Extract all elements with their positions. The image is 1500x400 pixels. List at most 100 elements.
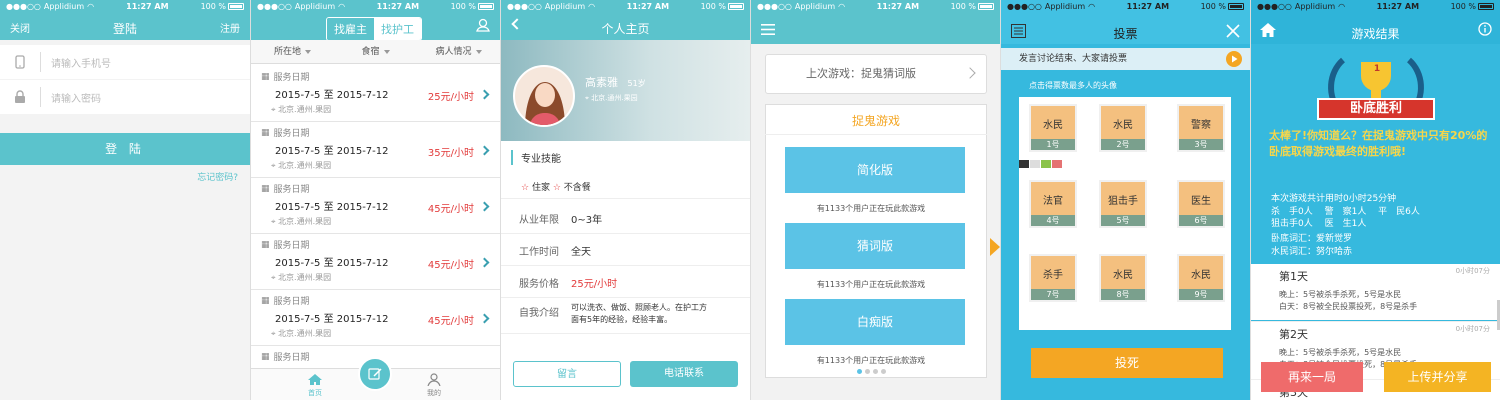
game-simple-button[interactable]: 简化版 (785, 147, 965, 193)
player-card[interactable]: 法官 4号 (1029, 180, 1077, 228)
login-button[interactable]: 登 陆 (0, 133, 250, 165)
last-game-card[interactable]: 上次游戏：捉鬼猜词版 (765, 54, 987, 94)
signal-icon: ●●●○○ (507, 1, 542, 11)
player-count: 有1133个用户正在玩此款游戏 (816, 356, 926, 365)
signal-icon: ●●●○○ (257, 1, 292, 11)
filter-patient[interactable]: 病人情况 (417, 40, 500, 63)
profile-screen: ●●●○○ Applidium ◠ 11:27 AM 100 % 个人主页 高素雅 … (500, 0, 750, 400)
avatar (513, 65, 575, 127)
status-time: 11:27 AM (876, 1, 920, 11)
player-card[interactable]: 狙击手 5号 (1099, 180, 1147, 228)
carrier-label: Applidium (794, 1, 836, 11)
status-bar: ●●●○○ Applidium ◠ 11:27 AM 100 % (0, 0, 250, 12)
wifi-icon: ◠ (87, 1, 95, 11)
chevron-down-icon (475, 49, 482, 54)
target-icon (1041, 160, 1051, 168)
date-label: 服务日期 (273, 129, 310, 139)
player-card[interactable]: 水民 8号 (1099, 254, 1147, 302)
victory-banner: 卧底胜利 (1317, 98, 1435, 120)
call-button[interactable]: 电话联系 (630, 361, 738, 387)
star-icon: ☆ (552, 183, 561, 193)
job-row[interactable]: ▦ 服务日期 2015-7-5 至 2015-7-12 ⌖ 北京.通州.果园 25… (251, 66, 500, 122)
close-icon[interactable] (1226, 24, 1240, 38)
player-card[interactable]: 警察 3号 (1177, 104, 1225, 152)
total-time: 本次游戏共计用时0小时25分钟 (1271, 194, 1397, 204)
date-label: 服务日期 (273, 185, 310, 195)
page-title: 投票 (1113, 27, 1138, 41)
tab-home[interactable]: 首页 (307, 373, 323, 398)
skill-tags: ☆ 住家 ☆ 不含餐 (521, 183, 591, 193)
battery-indicator: 100 % (1451, 2, 1494, 11)
game-header: ●●●○○ Applidium ◠ 11:27 AM 100 % (751, 0, 1000, 44)
filter-location[interactable]: 所在地 (251, 40, 334, 63)
battery-indicator: 100 % (701, 2, 744, 11)
signal-icon: ●●●○○ (757, 1, 792, 11)
calendar-icon: ▦ (261, 351, 270, 362)
home-icon (308, 374, 322, 385)
filter-lodging[interactable]: 食宿 (334, 40, 417, 63)
phone-field[interactable]: 请输入手机号 (0, 45, 250, 79)
result-headline: 太棒了!你知道么？在捉鬼游戏中只有20%的卧底取得游戏最终的胜利哦! (1269, 129, 1488, 158)
wifi-icon: ◠ (338, 1, 346, 11)
menu-icon[interactable] (761, 24, 775, 35)
calendar-icon: ▦ (261, 71, 270, 82)
battery-indicator: 100 % (951, 2, 994, 11)
chevron-right-icon (964, 67, 976, 79)
vote-header: ●●●○○ Applidium ◠ 11:27 AM 100 % 投票 (1001, 0, 1250, 44)
vote-hint: 点击得票数最多人的头像 (1029, 81, 1117, 90)
skills-header: 专业技能 (511, 150, 561, 165)
job-row[interactable]: ▦ 服务日期 2015-7-5 至 2015-7-12 ⌖ 北京.通州.果园 35… (251, 122, 500, 178)
status-icons (1019, 160, 1062, 168)
close-button[interactable]: 关闭 (10, 20, 30, 35)
page-title: 登陆 (112, 22, 137, 36)
page-indicator[interactable] (857, 369, 886, 374)
player-card[interactable]: 杀手 7号 (1029, 254, 1077, 302)
carrier-label: Applidium (544, 1, 586, 11)
password-field[interactable]: 请输入密码 (0, 80, 250, 114)
job-row[interactable]: ▦ 服务日期 2015-7-5 至 2015-7-12 ⌖ 北京.通州.果园 45… (251, 178, 500, 234)
filter-bar: 所在地 食宿 病人情况 (251, 40, 500, 64)
tab-employer[interactable]: 找雇主 (327, 18, 374, 40)
share-button[interactable]: 上传并分享 (1384, 362, 1491, 392)
player-card[interactable]: 水民 1号 (1029, 104, 1077, 152)
tab-mine[interactable]: 我的 (427, 373, 441, 398)
status-bar: ●●●○○ Applidium ◠ 11:27 AM 100 % (501, 0, 750, 12)
carrier-label: Applidium (294, 1, 336, 11)
vote-button[interactable]: 投死 (1031, 348, 1223, 378)
player-card[interactable]: 水民 2号 (1099, 104, 1147, 152)
player-card[interactable]: 水民 9号 (1177, 254, 1225, 302)
login-screen: ●●●○○ Applidium ◠ 11:27 AM 100 % 登陆 关闭 注册 … (0, 0, 250, 400)
status-time: 11:27 AM (626, 1, 670, 11)
date-label: 服务日期 (273, 297, 310, 307)
job-location: ⌖ 北京.通州.果园 (271, 105, 332, 114)
game-word-button[interactable]: 猜词版 (785, 223, 965, 269)
register-button[interactable]: 注册 (220, 20, 240, 35)
message-button[interactable]: 留言 (513, 361, 621, 387)
tab-mine-label: 我的 (427, 389, 441, 397)
player-card[interactable]: 医生 6号 (1177, 180, 1225, 228)
user-icon[interactable] (476, 18, 490, 32)
job-row[interactable]: ▦ 服务日期 2015-7-5 至 2015-7-12 ⌖ 北京.通州.果园 45… (251, 290, 500, 346)
play-icon[interactable] (1226, 51, 1242, 67)
status-bar: ●●●○○ Applidium ◠ 11:27 AM 100 % (251, 0, 500, 12)
years-row: 从业年限 0~3年 (501, 203, 750, 234)
game-idiot-button[interactable]: 白痴版 (785, 299, 965, 345)
status-time: 11:27 AM (1126, 1, 1170, 11)
battery-icon (478, 2, 494, 10)
compose-button[interactable] (358, 357, 392, 391)
forgot-password-link[interactable]: 忘记密码? (197, 170, 238, 183)
job-row[interactable]: ▦ 服务日期 2015-7-5 至 2015-7-12 ⌖ 北京.通州.果园 45… (251, 234, 500, 290)
signal-icon: ●●●○○ (6, 1, 41, 11)
page-title: 个人主页 (601, 22, 650, 36)
replay-button[interactable]: 再来一局 (1261, 362, 1363, 392)
job-location: ⌖ 北京.通州.果园 (271, 329, 332, 338)
roles-summary: 狙击手0人 医 生1人 (1271, 219, 1367, 229)
battery-indicator: 100 % (451, 2, 494, 11)
profile-header: ●●●○○ Applidium ◠ 11:27 AM 100 % 个人主页 (501, 0, 750, 40)
tab-worker[interactable]: 找护工 (374, 18, 421, 40)
password-placeholder: 请输入密码 (51, 93, 101, 105)
info-icon[interactable] (1478, 22, 1492, 36)
profile-location: ⌖ 北京.通州.果园 (585, 94, 638, 102)
notice-bar: 发言讨论结束、大家请投票 (1001, 48, 1250, 70)
game-list-screen: ●●●○○ Applidium ◠ 11:27 AM 100 % 上次游戏：捉鬼猜词… (750, 0, 1000, 400)
